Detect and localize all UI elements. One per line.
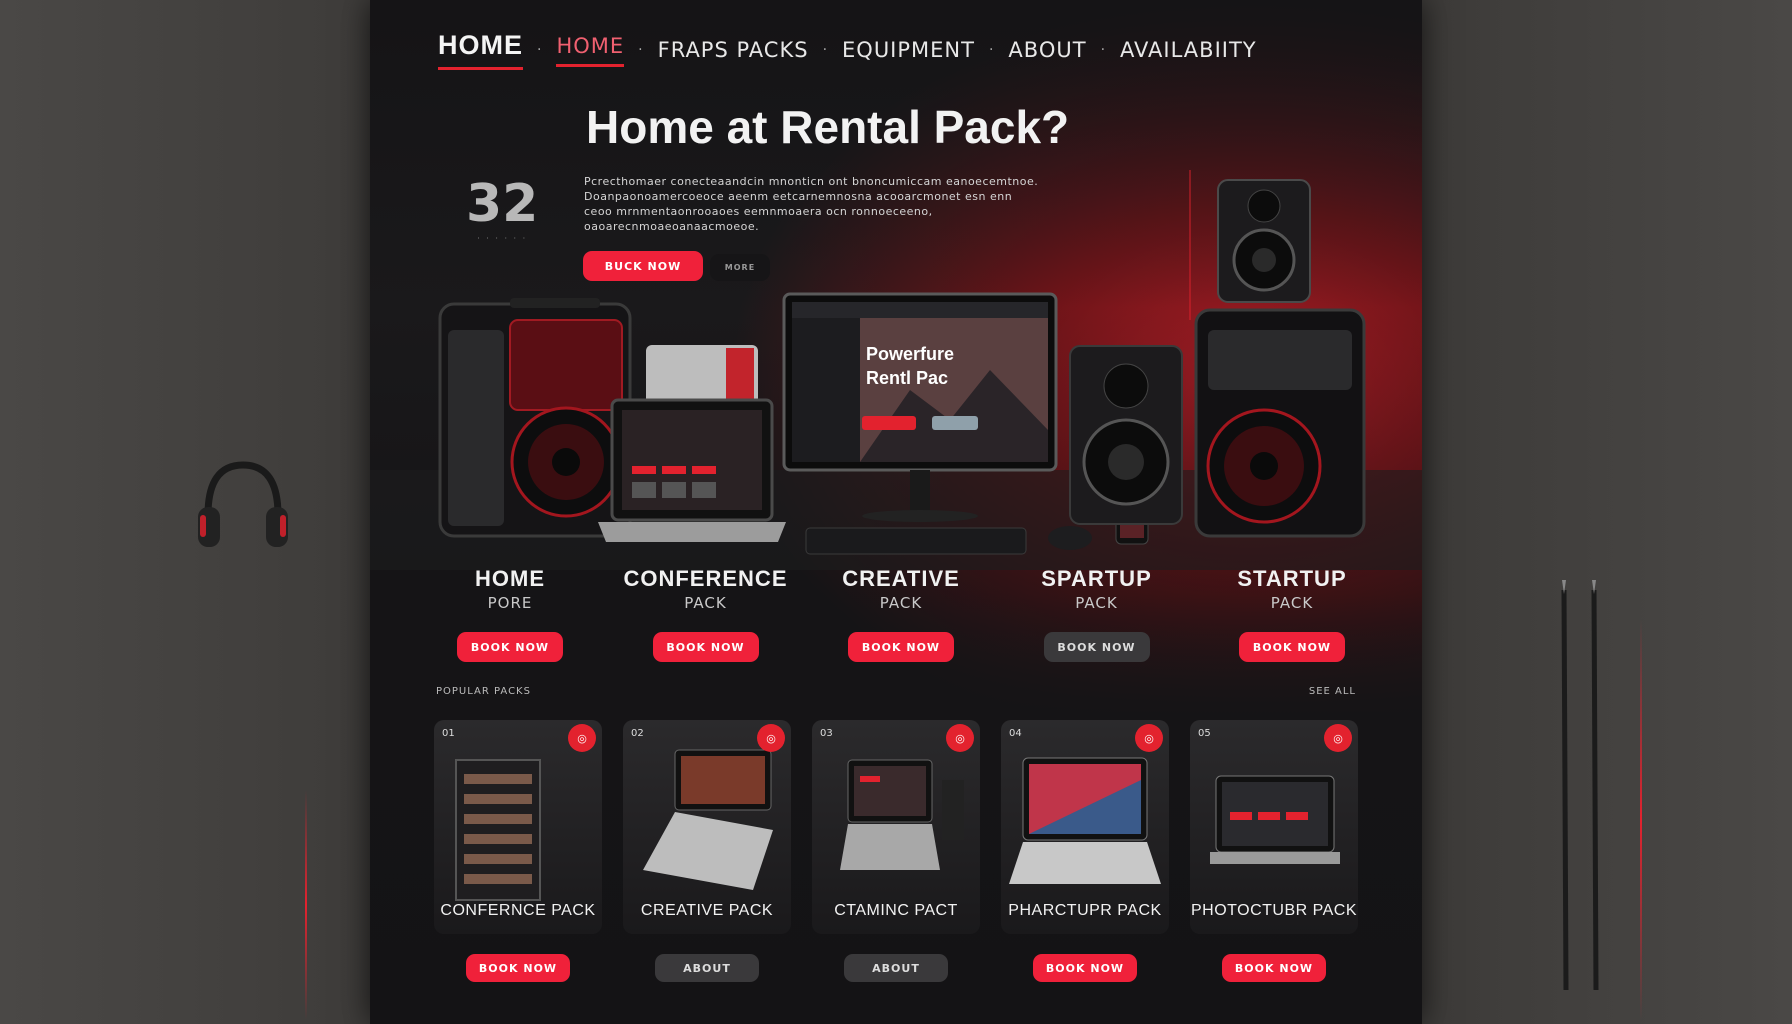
card-button-slot: BOOK NOW [434, 954, 602, 982]
nav-item-availability[interactable]: AVAILABIITY [1120, 38, 1257, 62]
pack-title: SPARTUP [1041, 566, 1152, 591]
pack-subtitle: PORE [487, 594, 533, 612]
nav-item-home[interactable]: HOME [556, 34, 625, 67]
card-book-button[interactable]: BOOK NOW [466, 954, 570, 982]
card-about-button[interactable]: ABOUT [655, 954, 759, 982]
favorite-icon[interactable]: ◎ [1324, 724, 1352, 752]
pack-card[interactable]: 05 ◎ PHOTOCTUBR PACK [1190, 720, 1358, 934]
card-tag: 03 [820, 728, 833, 739]
card-book-button[interactable]: BOOK NOW [1222, 954, 1326, 982]
nav-separator: · [537, 42, 543, 58]
top-nav: HOME · HOME · FRAPS PACKS · EQUIPMENT · … [438, 30, 1362, 70]
pack-title: CONFERENCE [623, 566, 788, 591]
card-title: PHARCTUPR PACK [1008, 902, 1162, 919]
monitor-line2: Rentl Pac [866, 368, 948, 388]
pc-case-left [438, 298, 632, 538]
brand-logo[interactable]: HOME [438, 30, 523, 70]
pack-title: CREATIVE [842, 566, 960, 591]
card-book-button[interactable]: BOOK NOW [1033, 954, 1137, 982]
pack-creative: CREATIVE PACK BOOK NOW [811, 566, 991, 662]
nav-separator: · [988, 42, 995, 58]
card-buttons: BOOK NOW ABOUT ABOUT BOOK NOW BOOK NOW [434, 954, 1358, 982]
pack-card[interactable]: 03 ◎ CTAMINC PACT [812, 720, 980, 934]
favorite-icon[interactable]: ◎ [1135, 724, 1163, 752]
pack-book-button[interactable]: BOOK NOW [848, 632, 954, 662]
pack-card[interactable]: 01 ◎ CONFERNCE PACK [434, 720, 602, 934]
pack-startup: STARTUP PACK BOOK NOW [1202, 566, 1382, 662]
popular-section-header: POPULAR PACKS SEE ALL [436, 686, 1356, 697]
pack-book-button[interactable]: BOOK NOW [1239, 632, 1345, 662]
favorite-icon[interactable]: ◎ [946, 724, 974, 752]
speaker-small [1069, 345, 1183, 525]
nav-separator: · [822, 42, 829, 58]
equipment-illustration: Powerfure Rentl Pac [370, 170, 1422, 570]
pack-book-button[interactable]: BOOK NOW [1043, 632, 1150, 662]
decor-streak [305, 790, 307, 1020]
card-tag: 01 [442, 728, 455, 739]
pack-subtitle: PACK [1270, 594, 1314, 612]
headphones-icon [198, 461, 288, 547]
card-title: CREATIVE PACK [640, 902, 774, 919]
card-title: PHOTOCTUBR PACK [1190, 902, 1358, 919]
decor-streak [1640, 620, 1642, 1020]
laptop [598, 398, 786, 542]
pack-card[interactable]: 04 ◎ PHARCTUPR PACK [1001, 720, 1169, 934]
card-about-button[interactable]: ABOUT [844, 954, 948, 982]
pack-list: HOME PORE BOOK NOW CONFERENCE PACK BOOK … [420, 566, 1382, 662]
pack-title: STARTUP [1237, 566, 1347, 591]
pack-book-button[interactable]: BOOK NOW [652, 632, 759, 662]
pack-cards: 01 ◎ CONFERNCE PACK 02 ◎ CREATIVE PACK 0… [434, 720, 1358, 934]
pack-spartup: SPARTUP PACK BOOK NOW [1007, 566, 1187, 662]
pack-subtitle: PACK [1075, 594, 1118, 612]
pack-home: HOME PORE BOOK NOW [420, 566, 600, 662]
favorite-icon[interactable]: ◎ [568, 724, 596, 752]
nav-item-equipment[interactable]: EQUIPMENT [842, 38, 975, 62]
card-title: CTAMINC PACT [834, 902, 958, 919]
card-button-slot: ABOUT [812, 954, 980, 982]
favorite-icon[interactable]: ◎ [757, 724, 785, 752]
card-button-slot: BOOK NOW [1001, 954, 1169, 982]
pack-subtitle: PACK [879, 594, 923, 612]
speaker-top [1217, 179, 1311, 303]
see-all-link[interactable]: SEE ALL [1309, 686, 1356, 697]
section-title: POPULAR PACKS [436, 686, 531, 697]
nav-item-about[interactable]: ABOUT [1008, 38, 1086, 62]
pack-book-button[interactable]: BOOK NOW [457, 632, 563, 662]
landing-page: HOME · HOME · FRAPS PACKS · EQUIPMENT · … [370, 0, 1422, 1024]
pack-conference: CONFERENCE PACK BOOK NOW [616, 566, 796, 662]
card-tag: 05 [1198, 728, 1211, 739]
nav-separator: · [1100, 42, 1107, 58]
nav-separator: · [638, 42, 644, 58]
pack-title: HOME [475, 566, 545, 591]
monitor-line1: Powerfure [866, 344, 954, 364]
card-button-slot: ABOUT [623, 954, 791, 982]
pens-icon [1561, 580, 1599, 991]
pack-subtitle: PACK [684, 594, 727, 612]
card-title: CONFERNCE PACK [440, 902, 596, 919]
pc-case-right [1194, 308, 1366, 538]
card-tag: 04 [1009, 728, 1022, 739]
hero-title: Home at Rental Pack? [586, 101, 1070, 153]
pack-card[interactable]: 02 ◎ CREATIVE PACK [623, 720, 791, 934]
card-tag: 02 [631, 728, 644, 739]
nav-item-packs[interactable]: FRAPS PACKS [658, 38, 809, 62]
card-button-slot: BOOK NOW [1190, 954, 1358, 982]
